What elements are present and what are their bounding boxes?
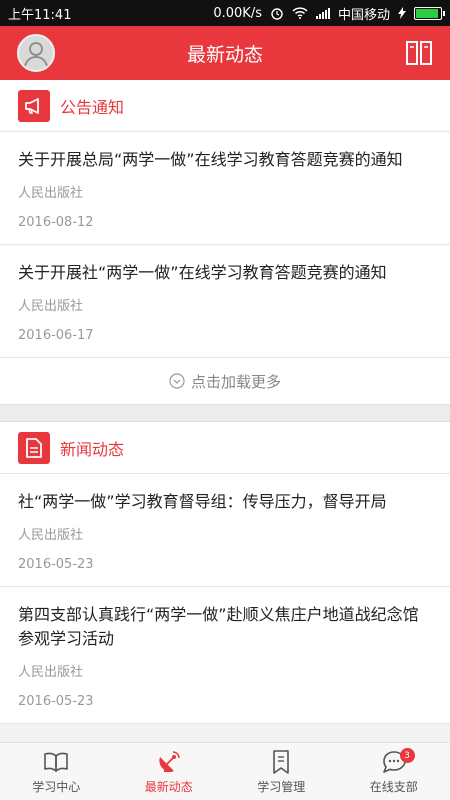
- item-title: 社“两学一做”学习教育督导组：传导压力，督导开局: [18, 492, 387, 511]
- status-bar: 上午11:41 0.00K/s 中国移动: [0, 0, 450, 26]
- megaphone-icon: [18, 89, 50, 122]
- book-icon: [44, 752, 69, 772]
- item-source: 人民出版社: [18, 299, 84, 314]
- avatar[interactable]: [17, 34, 55, 72]
- tab-online-branch[interactable]: 3 在线支部: [338, 743, 450, 800]
- item-title: 第四支部认真践行“两学一做”赴顺义焦庄户地道战纪念馆参观学习活动: [18, 605, 419, 648]
- satellite-dish-icon: [159, 750, 180, 772]
- wifi-icon: [292, 7, 308, 19]
- tab-label: 在线支部: [369, 779, 418, 794]
- item-title: 关于开展社“两学一做”在线学习教育答题竞赛的通知: [18, 263, 387, 282]
- status-right: 0.00K/s 中国移动: [213, 4, 445, 23]
- news-title: 新闻动态: [60, 439, 125, 459]
- alarm-icon: [271, 8, 283, 20]
- bottom-tab-bar: 学习中心 最新动态 学习管理 3 在线支部: [0, 742, 450, 800]
- item-source: 人民出版社: [18, 528, 84, 543]
- tab-study-center[interactable]: 学习中心: [0, 743, 113, 800]
- bookmark-icon: [273, 749, 290, 774]
- list-item[interactable]: 关于开展社“两学一做”在线学习教育答题竞赛的通知 人民出版社 2016-06-1…: [0, 245, 450, 358]
- item-source: 人民出版社: [18, 665, 84, 680]
- item-source: 人民出版社: [18, 186, 84, 201]
- load-more-label: 点击加载更多: [190, 372, 281, 391]
- section-divider: [0, 404, 450, 422]
- content-scroll[interactable]: 公告通知 关于开展总局“两学一做”在线学习教育答题竞赛的通知 人民出版社 201…: [0, 80, 450, 742]
- news-header: 新闻动态: [0, 422, 450, 474]
- list-item[interactable]: 第四支部认真践行“两学一做”赴顺义焦庄户地道战纪念馆参观学习活动 人民出版社 2…: [0, 587, 450, 724]
- item-date: 2016-06-17: [18, 328, 94, 343]
- status-time: 上午11:41: [8, 7, 72, 23]
- page-title: 最新动态: [186, 43, 263, 66]
- chevron-down-circle-icon: [169, 373, 185, 389]
- document-icon: [18, 431, 50, 464]
- signal-icon: [315, 7, 330, 19]
- title-bar: 最新动态: [0, 26, 450, 80]
- announcements-header: 公告通知: [0, 80, 450, 132]
- list-item[interactable]: 关于开展总局“两学一做”在线学习教育答题竞赛的通知 人民出版社 2016-08-…: [0, 132, 450, 245]
- news-section: 新闻动态 社“两学一做”学习教育督导组：传导压力，督导开局 人民出版社 2016…: [0, 422, 450, 724]
- charging-icon: [398, 7, 406, 19]
- tab-label: 学习管理: [257, 779, 306, 794]
- item-date: 2016-05-23: [18, 694, 94, 709]
- announcements-section: 公告通知 关于开展总局“两学一做”在线学习教育答题竞赛的通知 人民出版社 201…: [0, 80, 450, 404]
- unread-badge: 3: [399, 748, 415, 763]
- list-item[interactable]: 社“两学一做”学习教育督导组：传导压力，督导开局 人民出版社 2016-05-2…: [0, 474, 450, 587]
- tab-latest-news[interactable]: 最新动态: [113, 743, 226, 800]
- tab-study-management[interactable]: 学习管理: [225, 743, 338, 800]
- item-title: 关于开展总局“两学一做”在线学习教育答题竞赛的通知: [18, 150, 403, 169]
- announcements-title: 公告通知: [60, 97, 125, 117]
- tab-label: 学习中心: [32, 779, 81, 794]
- tab-label: 最新动态: [144, 779, 193, 794]
- battery-icon: [414, 6, 445, 20]
- load-more-button[interactable]: 点击加载更多: [0, 358, 450, 404]
- carrier-name: 中国移动: [337, 7, 390, 23]
- item-date: 2016-05-23: [18, 557, 94, 572]
- user-icon: [24, 42, 48, 67]
- columns-icon[interactable]: [406, 41, 432, 65]
- network-speed: 0.00K/s: [213, 5, 262, 21]
- item-date: 2016-08-12: [18, 215, 94, 230]
